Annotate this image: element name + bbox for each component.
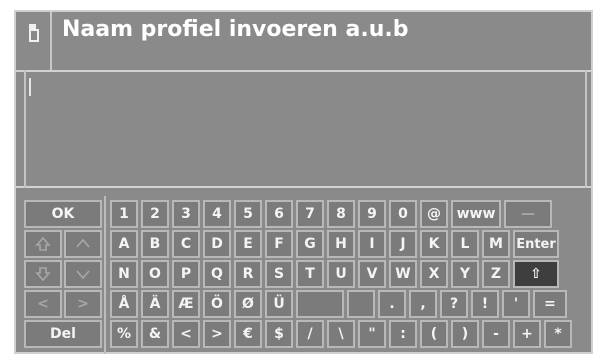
shift-up-disabled-key[interactable] [24, 230, 62, 258]
key-3-10[interactable]: ? [440, 290, 468, 318]
key-4-3[interactable]: > [203, 320, 231, 348]
profile-name-input[interactable] [30, 74, 580, 184]
key-4-1[interactable]: & [141, 320, 169, 348]
key-3-4[interactable]: Ø [234, 290, 262, 318]
up-disabled-key[interactable] [64, 230, 102, 258]
profile-icon [26, 22, 42, 44]
dialog-title: Naam profiel invoeren a.u.b [62, 17, 409, 42]
key-1-11[interactable]: L [451, 230, 479, 258]
key-4-2[interactable]: < [172, 320, 200, 348]
key-1-2[interactable]: C [172, 230, 200, 258]
key-0-4[interactable]: 5 [234, 200, 262, 228]
key-3-1[interactable]: Ä [141, 290, 169, 318]
ok-key[interactable]: OK [24, 200, 102, 228]
key-0-7[interactable]: 8 [327, 200, 355, 228]
key-1-3[interactable]: D [203, 230, 231, 258]
key-blank-3-6[interactable] [296, 290, 344, 318]
key-0-6[interactable]: 7 [296, 200, 324, 228]
shift-up-icon [34, 236, 52, 252]
key-0-1[interactable]: 2 [141, 200, 169, 228]
key-2-9[interactable]: W [389, 260, 417, 288]
key-3-3[interactable]: Ö [203, 290, 231, 318]
key-0-9[interactable]: 0 [389, 200, 417, 228]
key-2-0[interactable]: N [110, 260, 138, 288]
left-key[interactable]: < [24, 290, 62, 318]
key-4-9[interactable]: : [389, 320, 417, 348]
key-2-6[interactable]: T [296, 260, 324, 288]
key-1-8[interactable]: I [358, 230, 386, 258]
key-0-10[interactable]: @ [420, 200, 448, 228]
key-1-9[interactable]: J [389, 230, 417, 258]
key-4-7[interactable]: \ [327, 320, 355, 348]
textarea-left-border [24, 70, 26, 188]
key-4-11[interactable]: ) [451, 320, 479, 348]
down-disabled-key[interactable] [64, 260, 102, 288]
key-0-2[interactable]: 3 [172, 200, 200, 228]
key-2-8[interactable]: V [358, 260, 386, 288]
key-3-8[interactable]: . [378, 290, 406, 318]
text-cursor [29, 78, 31, 96]
textarea-right-border [585, 70, 587, 188]
chevron-up-icon [74, 236, 92, 252]
key-4-6[interactable]: / [296, 320, 324, 348]
key-1-4[interactable]: E [234, 230, 262, 258]
key-0-5[interactable]: 6 [265, 200, 293, 228]
key-4-14[interactable]: * [544, 320, 572, 348]
key-2-7[interactable]: U [327, 260, 355, 288]
key-3-5[interactable]: Ü [265, 290, 293, 318]
key-1-0[interactable]: A [110, 230, 138, 258]
key-4-12[interactable]: - [482, 320, 510, 348]
key-3-0[interactable]: Å [110, 290, 138, 318]
key-2-1[interactable]: O [141, 260, 169, 288]
keyboard-divider [104, 196, 106, 354]
key-3-9[interactable]: , [409, 290, 437, 318]
shift-key[interactable]: ⇧ [513, 260, 559, 288]
key-1-5[interactable]: F [265, 230, 293, 258]
chevron-down-icon [74, 266, 92, 282]
key-4-4[interactable]: € [234, 320, 262, 348]
shift-down-disabled-key[interactable] [24, 260, 62, 288]
key-1-7[interactable]: H [327, 230, 355, 258]
key-4-10[interactable]: ( [420, 320, 448, 348]
key-2-2[interactable]: P [172, 260, 200, 288]
key-1-10[interactable]: K [420, 230, 448, 258]
key-1-12[interactable]: M [482, 230, 510, 258]
key-4-13[interactable]: + [513, 320, 541, 348]
key-4-5[interactable]: $ [265, 320, 293, 348]
key-1-6[interactable]: G [296, 230, 324, 258]
key-2-12[interactable]: Z [482, 260, 510, 288]
key-3-11[interactable]: ! [471, 290, 499, 318]
divider-top [14, 70, 593, 72]
key-0-3[interactable]: 4 [203, 200, 231, 228]
shift-down-icon [34, 266, 52, 282]
key-4-0[interactable]: % [110, 320, 138, 348]
key-2-5[interactable]: S [265, 260, 293, 288]
www-key[interactable]: www [451, 200, 501, 228]
header-divider [50, 12, 52, 70]
key-0-8[interactable]: 9 [358, 200, 386, 228]
key-0-0[interactable]: 1 [110, 200, 138, 228]
enter-key[interactable]: Enter [513, 230, 559, 258]
key-1-1[interactable]: B [141, 230, 169, 258]
key-0-12[interactable]: — [504, 200, 552, 228]
key-4-8[interactable]: " [358, 320, 386, 348]
delete-key[interactable]: Del [24, 320, 102, 348]
key-2-11[interactable]: Y [451, 260, 479, 288]
key-3-12[interactable]: ' [502, 290, 530, 318]
key-2-3[interactable]: Q [203, 260, 231, 288]
key-2-10[interactable]: X [420, 260, 448, 288]
key-blank-3-7[interactable] [347, 290, 375, 318]
right-key[interactable]: > [64, 290, 102, 318]
key-3-2[interactable]: Æ [172, 290, 200, 318]
divider-middle [14, 186, 593, 188]
key-2-4[interactable]: R [234, 260, 262, 288]
key-3-13[interactable]: = [533, 290, 567, 318]
